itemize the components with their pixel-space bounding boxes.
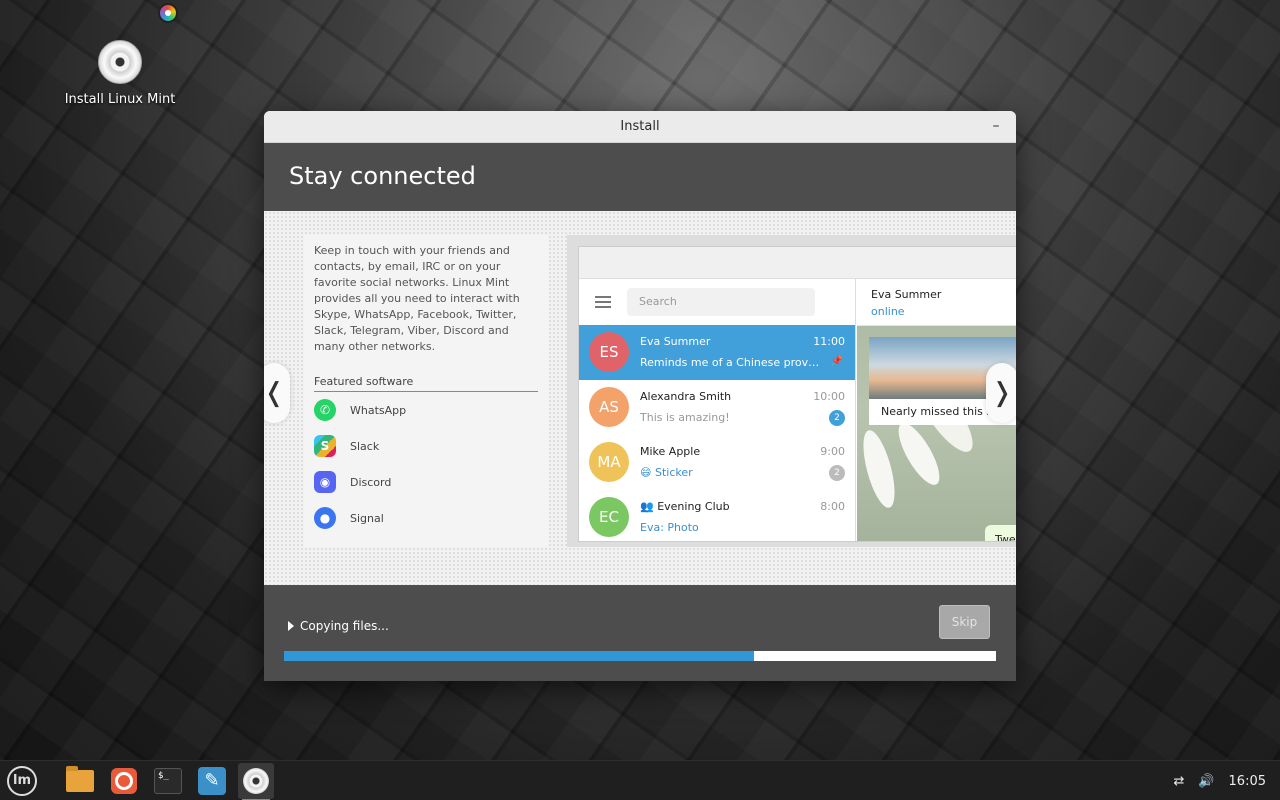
chat-row: EC 👥 Evening Club 8:00 Eva: Photo bbox=[579, 490, 855, 541]
telegram-mockup: Search ES Eva Summer 11:00 Reminds me of… bbox=[578, 246, 1016, 542]
avatar: EC bbox=[589, 497, 629, 537]
conversation-status: online bbox=[871, 305, 905, 318]
slide-description: Keep in touch with your friends and cont… bbox=[314, 244, 520, 353]
taskbar-editor[interactable]: ✎ bbox=[194, 763, 230, 799]
color-picker-icon[interactable] bbox=[158, 3, 178, 23]
taskbar: lm $_ ✎ ⇄ 🔊 16:05 bbox=[0, 760, 1280, 800]
taskbar-firefox[interactable] bbox=[106, 763, 142, 799]
window-title: Install bbox=[620, 119, 660, 134]
hamburger-menu-icon bbox=[595, 296, 611, 308]
software-item-slack: S Slack bbox=[314, 428, 539, 464]
chat-row: AS Alexandra Smith 10:00 This is amazing… bbox=[579, 380, 855, 435]
install-window: Install – Stay connected Keep in touch w… bbox=[264, 111, 1016, 681]
software-item-discord: ◉ Discord bbox=[314, 464, 539, 500]
desktop-icon-label: Install Linux Mint bbox=[64, 92, 176, 107]
firefox-icon bbox=[111, 768, 137, 794]
text-editor-icon: ✎ bbox=[198, 767, 226, 795]
chat-message: This is amazing! bbox=[640, 411, 730, 424]
conversation-name: Eva Summer bbox=[871, 288, 942, 301]
terminal-icon: $_ bbox=[154, 768, 182, 794]
avatar: MA bbox=[589, 442, 629, 482]
disc-icon bbox=[98, 40, 142, 84]
software-item-signal: ● Signal bbox=[314, 500, 539, 536]
chat-message: Eva: Photo bbox=[640, 521, 699, 534]
disc-icon bbox=[243, 768, 269, 794]
group-icon: 👥 bbox=[640, 500, 658, 513]
mockup-titlebar bbox=[579, 247, 1016, 279]
signal-icon: ● bbox=[314, 507, 336, 529]
previous-slide-button[interactable]: ❬ bbox=[264, 363, 290, 423]
desktop-icon-install[interactable]: Install Linux Mint bbox=[60, 40, 180, 107]
discord-icon: ◉ bbox=[314, 471, 336, 493]
chat-message: Reminds me of a Chinese proverb bbox=[640, 356, 825, 369]
software-label: WhatsApp bbox=[350, 403, 407, 417]
chat-name-text: Evening Club bbox=[657, 500, 730, 513]
taskbar-files[interactable] bbox=[62, 763, 98, 799]
avatar: AS bbox=[589, 387, 629, 427]
chat-time: 9:00 bbox=[820, 445, 845, 458]
chat-message: 😄 Sticker bbox=[640, 466, 693, 479]
info-panel: Keep in touch with your friends and cont… bbox=[304, 235, 549, 547]
software-item-whatsapp: ✆ WhatsApp bbox=[314, 392, 539, 428]
window-titlebar[interactable]: Install – bbox=[264, 111, 1016, 143]
mint-logo-icon: lm bbox=[7, 766, 37, 796]
software-label: Slack bbox=[350, 439, 380, 453]
chat-name: 👥 Evening Club bbox=[640, 500, 730, 513]
chat-list: Search ES Eva Summer 11:00 Reminds me of… bbox=[579, 279, 856, 541]
slideshow: Keep in touch with your friends and cont… bbox=[264, 211, 1016, 585]
avatar: ES bbox=[589, 332, 629, 372]
page-heading: Stay connected bbox=[264, 143, 1016, 211]
network-icon[interactable]: ⇄ bbox=[1173, 774, 1184, 789]
taskbar-terminal[interactable]: $_ bbox=[150, 763, 186, 799]
menu-button[interactable]: lm bbox=[4, 763, 40, 799]
status-expander[interactable]: Copying files... bbox=[288, 619, 389, 633]
progress-bar bbox=[284, 651, 996, 661]
folder-icon bbox=[66, 766, 94, 792]
app-screenshot: Search ES Eva Summer 11:00 Reminds me of… bbox=[567, 235, 1016, 547]
whatsapp-icon: ✆ bbox=[314, 399, 336, 421]
chat-row: ES Eva Summer 11:00 Reminds me of a Chin… bbox=[579, 325, 855, 380]
next-slide-button[interactable]: ❭ bbox=[986, 363, 1016, 423]
system-tray: ⇄ 🔊 16:05 bbox=[1159, 761, 1266, 800]
chat-time: 8:00 bbox=[820, 500, 845, 513]
software-label: Discord bbox=[350, 475, 392, 489]
unread-badge: 2 bbox=[829, 465, 845, 481]
pin-icon: 📌 bbox=[830, 356, 843, 367]
chat-search-row: Search bbox=[579, 279, 855, 325]
featured-software-list: ✆ WhatsApp S Slack ◉ Discord ● Signal bbox=[314, 392, 539, 536]
chat-row: MA Mike Apple 9:00 😄 Sticker 2 bbox=[579, 435, 855, 490]
flower-petal bbox=[857, 427, 901, 511]
conversation-header: Eva Summer online bbox=[857, 279, 1016, 326]
chat-name: Alexandra Smith bbox=[640, 390, 732, 403]
expander-arrow-icon bbox=[288, 621, 294, 631]
featured-software-title: Featured software bbox=[314, 375, 538, 392]
status-text: Copying files... bbox=[300, 619, 389, 633]
chat-name: Mike Apple bbox=[640, 445, 701, 458]
install-footer: Copying files... Skip bbox=[264, 585, 1016, 681]
chat-search-field: Search bbox=[627, 288, 815, 316]
slack-icon: S bbox=[314, 435, 336, 457]
unread-badge: 2 bbox=[829, 410, 845, 426]
skip-button[interactable]: Skip bbox=[939, 605, 990, 639]
chat-name: Eva Summer bbox=[640, 335, 711, 348]
software-label: Signal bbox=[350, 511, 384, 525]
minimize-button[interactable]: – bbox=[986, 111, 1006, 143]
clock[interactable]: 16:05 bbox=[1229, 774, 1266, 789]
message-bubble: Twe bbox=[985, 525, 1016, 541]
progress-bar-fill bbox=[284, 651, 754, 661]
chat-time: 11:00 bbox=[813, 335, 845, 348]
taskbar-installer[interactable] bbox=[238, 763, 274, 800]
chat-time: 10:00 bbox=[813, 390, 845, 403]
volume-icon[interactable]: 🔊 bbox=[1198, 774, 1214, 789]
